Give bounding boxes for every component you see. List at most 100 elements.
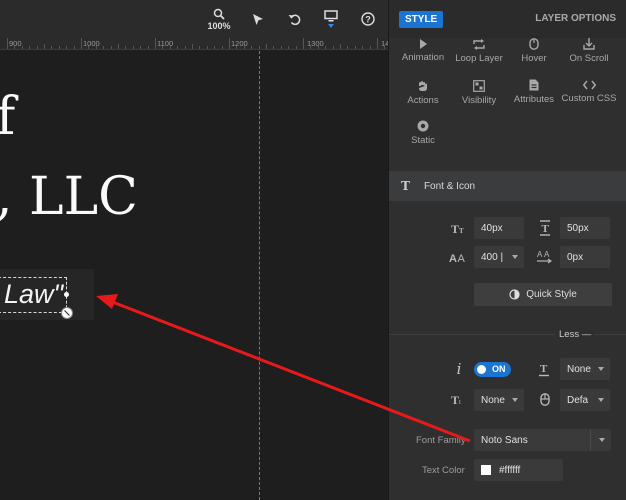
font-size-icon: TT [451,220,467,236]
ruler-tick [273,46,275,49]
ruler-tick [332,46,334,49]
text-color-picker[interactable]: #ffffff [474,459,563,481]
zoom-button[interactable]: 100% [205,0,233,38]
tab-custom-css-label: Custom CSS [561,93,617,104]
tab-loop-layer[interactable]: Loop Layer [451,39,507,64]
line-height-icon: T [537,219,553,237]
tab-attributes-label: Attributes [513,94,555,105]
tab-hover-label: Hover [521,53,547,64]
editor-canvas[interactable]: f , LLC Law" [0,51,388,500]
canvas-text-line-2[interactable]: , LLC [0,171,138,223]
ruler-tick [132,46,134,49]
ruler-tick [258,46,260,49]
letter-spacing-input[interactable]: 0px [560,246,610,268]
tab-actions[interactable]: Actions [395,80,451,106]
cursor-select[interactable]: Defa [560,389,610,411]
italic-icon: i [456,360,462,378]
svg-text:A: A [544,250,550,259]
tab-on-scroll[interactable]: On Scroll [561,38,617,64]
italic-toggle[interactable]: ON [474,362,511,377]
ruler-tick [369,46,371,49]
ruler-tick [317,46,319,49]
resize-handle-dot[interactable] [64,292,69,297]
font-size-input[interactable]: 40px [474,217,524,239]
ruler-tick [280,46,282,49]
ruler-tick [29,46,31,49]
ruler-tick [7,38,8,49]
tab-visibility[interactable]: Visibility [451,80,507,106]
font-family-value: Noto Sans [481,434,528,446]
tab-static[interactable]: Static [395,120,451,146]
svg-text:?: ? [365,15,371,25]
ruler-tick [243,46,245,49]
text-decoration-select[interactable]: None [474,389,524,411]
vertical-guide-line[interactable] [259,51,260,500]
svg-text:T: T [451,222,459,234]
tab-hover[interactable]: Hover [506,38,562,64]
section-title: Font & Icon [423,180,476,192]
quick-style-button[interactable]: Quick Style [474,283,612,306]
ruler-tick [303,38,304,49]
text-decoration-value: None [481,394,505,406]
desktop-view-button[interactable] [320,0,342,38]
color-swatch[interactable] [481,465,491,475]
ruler-tick [340,44,341,49]
ruler-tick [36,46,38,49]
ruler-tick [288,46,290,49]
text-transform-select[interactable]: None [560,358,610,380]
attributes-icon [529,79,539,91]
ruler-tick [66,46,68,49]
help-icon: ? [361,12,375,26]
svg-text:T: T [540,363,548,375]
style-tab-button[interactable]: STYLE [399,11,444,28]
svg-text:A: A [458,253,466,263]
help-button[interactable]: ? [358,0,378,38]
text-transform-value: None [567,363,591,375]
less-toggle[interactable]: Less — [556,329,595,340]
ruler-tick [95,46,97,49]
tab-static-label: Static [411,135,435,146]
desktop-icon [324,10,338,22]
tab-animation-label: Animation [401,52,445,63]
line-height-input[interactable]: 50px [560,217,610,239]
svg-text:A: A [537,250,543,259]
selection-outline[interactable] [0,277,67,313]
ruler-tick [236,46,238,49]
svg-text:A: A [449,253,457,263]
mouse-icon [529,38,539,50]
chevron-down-icon [599,438,605,442]
ruler-tick [51,46,53,49]
resize-handle[interactable] [61,307,73,319]
layer-options-tab[interactable]: LAYER OPTIONS [535,13,616,24]
ruler-tick [21,46,23,49]
select-tool-button[interactable] [248,0,268,38]
quick-style-label: Quick Style [526,289,577,300]
panel-header: STYLE LAYER OPTIONS [389,0,626,38]
font-weight-select[interactable]: 400 | [474,246,524,268]
text-decoration-icon: Tt [451,392,467,406]
ruler-label: 1000 [83,39,100,48]
tab-animation[interactable]: Animation [395,39,451,63]
ruler-tick [125,46,127,49]
actions-icon [419,81,427,91]
ruler-tick [206,46,208,49]
tab-actions-label: Actions [407,95,439,106]
ruler-tick [347,46,349,49]
ruler-label: 1200 [231,39,248,48]
ruler-tick [88,46,90,49]
font-icon-section-header[interactable]: T Font & Icon [389,171,626,201]
cursor-icon [539,392,551,406]
tab-custom-css[interactable]: Custom CSS [561,80,617,104]
tab-attributes[interactable]: Attributes [506,79,562,105]
ruler-tick [103,46,105,49]
text-transform-icon: T [537,361,551,377]
ruler-tick [199,46,201,49]
ruler-tick [110,46,112,49]
ruler-tick [310,46,312,49]
undo-button[interactable] [284,0,304,38]
ruler-tick [184,46,186,49]
cursor-value: Defa [567,394,589,406]
canvas-text-line-1[interactable]: f [0,91,15,143]
svg-text:T: T [459,227,464,234]
font-family-select[interactable]: Noto Sans [474,429,611,451]
